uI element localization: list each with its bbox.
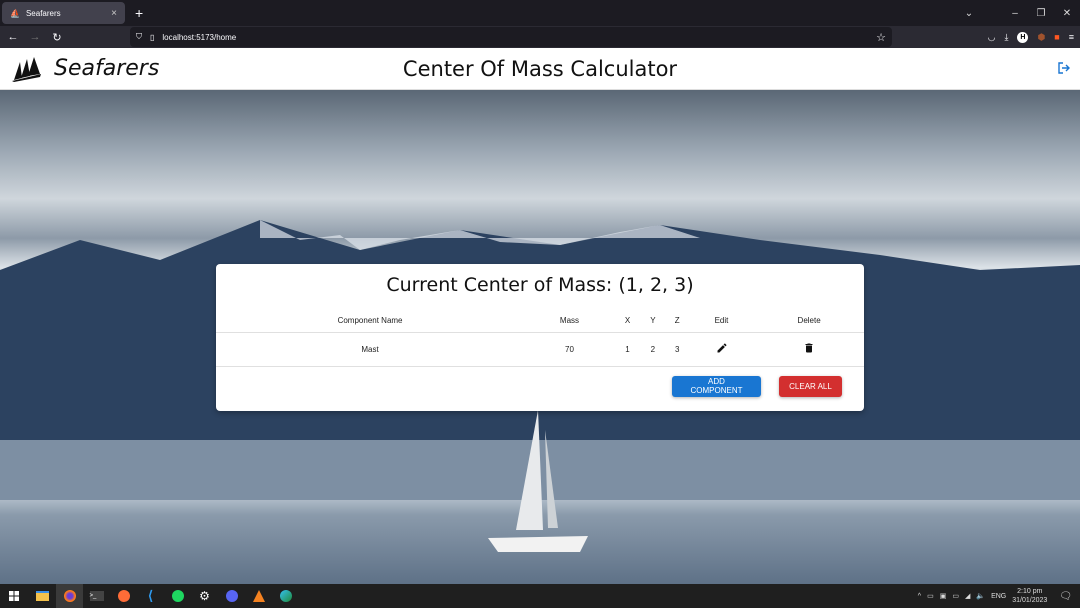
add-component-button[interactable]: ADD COMPONENT <box>672 375 761 397</box>
extension-brown-icon[interactable]: ⬢ <box>1037 32 1045 43</box>
column-header: Mass <box>524 310 615 333</box>
cell-x: 1 <box>614 332 641 367</box>
sails-logo-icon <box>12 56 41 82</box>
cell-mass: 70 <box>524 332 615 367</box>
clock-time: 2:10 pm <box>1017 588 1043 595</box>
restore-icon[interactable]: ❐ <box>1028 8 1054 19</box>
cell-z: 3 <box>665 332 689 367</box>
wifi-icon[interactable]: ◢ <box>965 592 970 600</box>
table-row: Mast 70 1 2 3 <box>216 332 864 367</box>
page-icon: ▯ <box>150 32 155 42</box>
brand-name: Seafarers <box>54 56 160 81</box>
address-bar[interactable]: ⛉ ▯ localhost:5173/home ☆ <box>130 27 892 47</box>
shield-icon: ⛉ <box>136 32 142 41</box>
delete-trash-icon[interactable] <box>803 342 815 354</box>
reload-icon[interactable]: ↻ <box>46 31 68 44</box>
url-text: localhost:5173/home <box>162 32 237 42</box>
sailboat <box>488 410 588 552</box>
ship-favicon-icon: ⛵ <box>10 8 20 18</box>
logout-icon[interactable] <box>1058 62 1070 74</box>
column-header: Component Name <box>216 310 525 333</box>
logo[interactable]: Seafarers <box>12 56 159 82</box>
cell-name: Mast <box>216 332 525 367</box>
language-indicator[interactable]: ENG <box>991 593 1006 600</box>
cell-y: 2 <box>640 332 666 367</box>
column-header: Delete <box>754 310 864 333</box>
clock[interactable]: 2:10 pm 31/01/2023 <box>1012 587 1047 605</box>
components-table: Component Name Mass X Y Z Edit Delete Ma… <box>216 310 864 367</box>
settings-gear-icon[interactable]: ⚙ <box>191 584 218 608</box>
close-window-icon[interactable]: ✕ <box>1054 8 1080 19</box>
clock-date: 31/01/2023 <box>1012 597 1048 604</box>
clear-all-button[interactable]: CLEAR ALL <box>779 375 842 397</box>
download-icon[interactable]: ⤓ <box>1004 32 1008 43</box>
battery-icon[interactable]: ▭ <box>952 592 959 600</box>
vlc-icon[interactable] <box>245 584 272 608</box>
column-header: X <box>614 310 641 333</box>
spotify-icon[interactable] <box>164 584 191 608</box>
close-tab-icon[interactable]: × <box>111 8 117 19</box>
extension-h-icon[interactable]: H <box>1017 31 1029 43</box>
windows-start-icon[interactable] <box>0 584 27 608</box>
app-header: Seafarers Center Of Mass Calculator <box>0 48 1080 90</box>
browser-toolbar: ← → ↻ ⛉ ▯ localhost:5173/home ☆ ◡ ⤓ H ⬢ … <box>0 26 1080 48</box>
edit-pencil-icon[interactable] <box>716 342 728 354</box>
forward-icon[interactable]: → <box>24 31 46 43</box>
browser-tab[interactable]: ⛵ Seafarers × <box>2 2 125 24</box>
discord-icon[interactable] <box>218 584 245 608</box>
bookmark-star-icon[interactable]: ☆ <box>876 31 886 44</box>
volume-icon[interactable]: 🔈 <box>976 592 985 600</box>
column-header: Y <box>640 310 666 333</box>
center-of-mass-card: Current Center of Mass: (1, 2, 3) Compon… <box>216 264 864 411</box>
firefox-icon[interactable] <box>56 584 83 608</box>
browser-tab-bar: ⛵ Seafarers × + ⌄ – ❐ ✕ <box>0 0 1080 26</box>
minimize-icon[interactable]: – <box>1002 8 1028 19</box>
notifications-icon[interactable]: 🗨 <box>1059 591 1072 602</box>
terminal-icon[interactable]: >_ <box>83 584 110 608</box>
file-explorer-icon[interactable] <box>29 584 56 608</box>
extension-orange-icon[interactable]: ■ <box>1054 32 1059 42</box>
new-tab-icon[interactable]: + <box>135 5 143 21</box>
tab-title: Seafarers <box>25 8 61 18</box>
postman-icon[interactable] <box>110 584 137 608</box>
pocket-icon[interactable]: ◡ <box>988 32 996 43</box>
tab-list-chevron-icon[interactable]: ⌄ <box>956 8 982 19</box>
column-header: Edit <box>688 310 755 333</box>
menu-icon[interactable]: ≡ <box>1069 32 1074 42</box>
edge-icon[interactable] <box>272 584 299 608</box>
vscode-icon[interactable]: ⟨ <box>137 584 164 608</box>
column-header: Z <box>665 310 689 333</box>
meet-now-icon[interactable]: ▭ <box>927 592 934 600</box>
taskbar: >_ ⟨ ⚙ ^ ▭ ▣ ▭ ◢ 🔈 ENG 2:10 pm 31/01/202… <box>0 584 1080 608</box>
page-title: Center Of Mass Calculator <box>402 56 678 81</box>
display-icon[interactable]: ▣ <box>940 592 947 600</box>
center-of-mass-heading: Current Center of Mass: (1, 2, 3) <box>386 274 694 296</box>
show-hidden-icons-chevron-icon[interactable]: ^ <box>918 593 921 600</box>
back-icon[interactable]: ← <box>2 31 24 43</box>
